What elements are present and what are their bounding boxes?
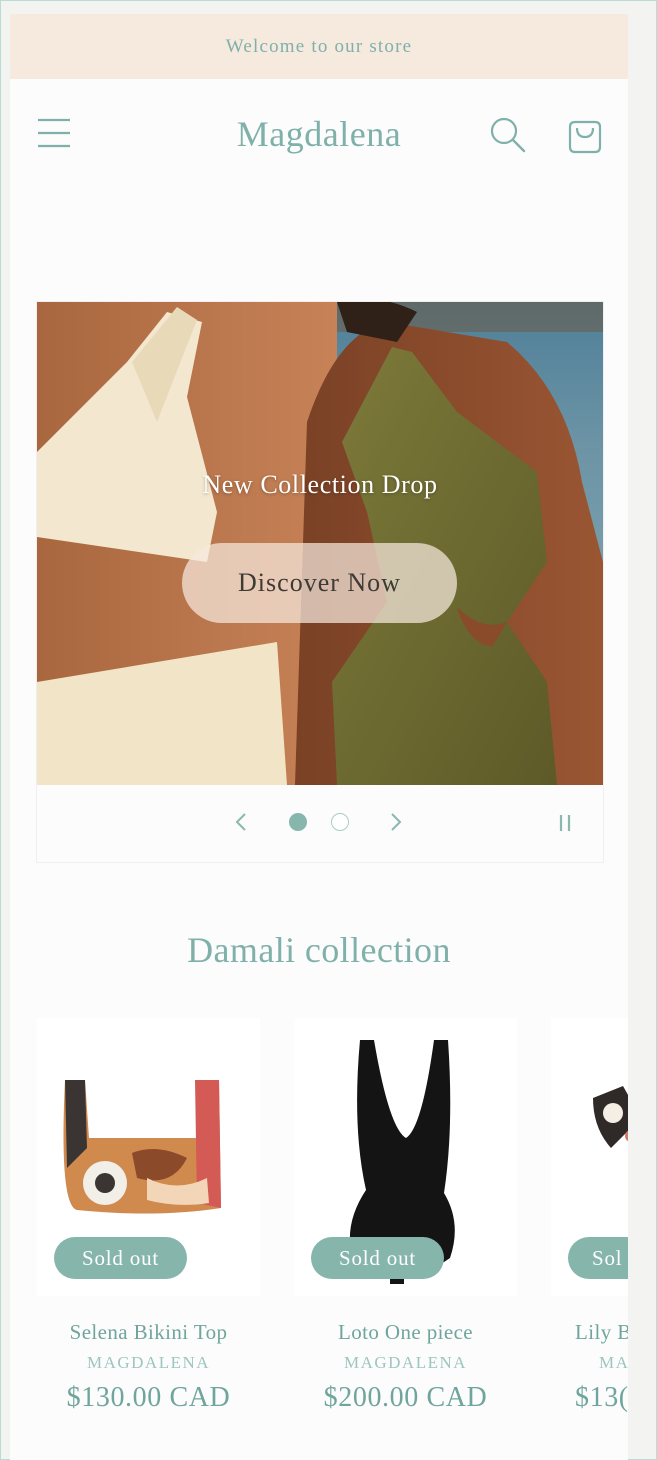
store-logo-link[interactable]: Magdalena: [237, 113, 401, 155]
product-image[interactable]: Sold out: [294, 1018, 517, 1296]
product-image[interactable]: Sold out: [37, 1018, 260, 1296]
site-header: Magdalena: [10, 79, 628, 189]
hero-slide-image: New Collection Drop Discover Now: [37, 302, 603, 785]
product-name[interactable]: Selena Bikini Top: [37, 1320, 260, 1345]
sold-out-badge: Sol: [568, 1237, 628, 1279]
product-vendor: MAGDALENA: [86, 1353, 211, 1372]
product-name[interactable]: Lily B: [551, 1320, 628, 1345]
chevron-right-icon[interactable]: [384, 807, 408, 837]
sold-out-badge: Sold out: [54, 1237, 187, 1279]
product-card[interactable]: Sol Lily B MA $13(: [551, 1018, 628, 1414]
pause-icon[interactable]: [553, 809, 577, 837]
product-price: $13(: [575, 1382, 628, 1413]
chevron-left-icon[interactable]: [229, 807, 253, 837]
store-logo: Magdalena: [10, 113, 628, 155]
product-price: $200.00 CAD: [323, 1382, 488, 1413]
announcement-bar: Welcome to our store: [10, 14, 628, 79]
collection-title: Damali collection: [187, 930, 451, 970]
product-vendor: MAGDALENA: [343, 1353, 468, 1372]
product-card[interactable]: Sold out Selena Bikini Top MAGDALENA $13…: [37, 1018, 260, 1414]
product-image[interactable]: Sol: [551, 1018, 628, 1296]
product-name[interactable]: Loto One piece: [294, 1320, 517, 1345]
sold-out-badge: Sold out: [311, 1237, 444, 1279]
discover-now-button[interactable]: Discover Now: [182, 543, 457, 623]
product-vendor: MA: [599, 1353, 628, 1372]
product-price: $130.00 CAD: [66, 1382, 231, 1413]
product-card[interactable]: Sold out Loto One piece MAGDALENA $200.0…: [294, 1018, 517, 1414]
slide-dot-2[interactable]: [331, 813, 349, 831]
search-icon[interactable]: [488, 115, 528, 155]
hero-heading: New Collection Drop: [202, 470, 438, 499]
cart-icon[interactable]: [565, 113, 605, 155]
slide-dot-1-active[interactable]: [289, 813, 307, 831]
store-page: Welcome to our store Magdalena New Colle…: [10, 14, 628, 1460]
hero-slideshow: New Collection Drop Discover Now: [36, 301, 604, 863]
announcement-text: Welcome to our store: [225, 35, 413, 57]
slideshow-controls: [37, 785, 603, 861]
